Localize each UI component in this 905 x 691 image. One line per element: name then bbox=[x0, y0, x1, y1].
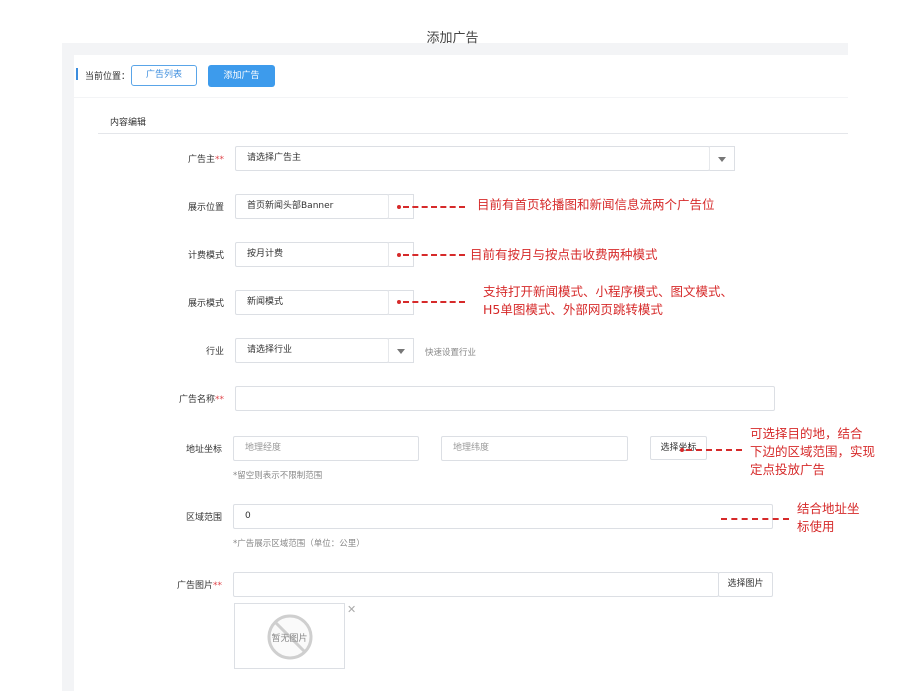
advertiser-label: 广告主** bbox=[187, 155, 224, 165]
billing-annotation: 目前有按月与按点击收费两种模式 bbox=[470, 247, 658, 262]
page-title: 添加广告 bbox=[426, 31, 479, 46]
ad-name-input[interactable] bbox=[235, 386, 775, 411]
industry-label: 行业 bbox=[205, 347, 224, 357]
annotation-dot bbox=[680, 448, 684, 452]
image-preview: 暂无图片 bbox=[234, 603, 345, 669]
pick-image-button[interactable]: 选择图片 bbox=[718, 572, 773, 597]
image-path-input[interactable] bbox=[233, 572, 719, 597]
annotation-dot bbox=[397, 253, 401, 257]
annotation-dash-line bbox=[721, 518, 789, 520]
billing-select[interactable]: 按月计费 bbox=[235, 242, 389, 267]
industry-dropdown-button[interactable] bbox=[388, 338, 414, 363]
ad-list-button[interactable]: 广告列表 bbox=[131, 65, 197, 86]
annotation-dash-line bbox=[403, 301, 465, 303]
breadcrumb-label: 当前位置： bbox=[85, 72, 131, 82]
coordinate-annotation-line2: 下边的区域范围，实现 bbox=[750, 444, 876, 459]
ad-name-label: 广告名称** bbox=[178, 395, 224, 405]
position-select[interactable]: 首页新闻头部Banner bbox=[235, 194, 389, 219]
latitude-input[interactable]: 地理纬度 bbox=[441, 436, 628, 461]
range-annotation-line1: 结合地址坐 bbox=[797, 501, 860, 516]
billing-label: 计费模式 bbox=[187, 251, 224, 261]
annotation-dot bbox=[397, 205, 401, 209]
coordinate-annotation-line1: 可选择目的地，结合 bbox=[750, 426, 863, 441]
required-mark: ** bbox=[215, 395, 224, 405]
required-mark: ** bbox=[213, 581, 222, 591]
annotation-dash-line bbox=[686, 449, 742, 451]
chevron-down-icon bbox=[397, 349, 405, 354]
section-title: 内容编辑 bbox=[110, 118, 147, 128]
annotation-dash-line bbox=[403, 254, 465, 256]
close-icon[interactable]: ✕ bbox=[347, 604, 356, 615]
address-hint: *留空则表示不限制范围 bbox=[233, 471, 323, 481]
required-mark: ** bbox=[215, 155, 224, 165]
display-mode-annotation-line1: 支持打开新闻模式、小程序模式、图文模式、 bbox=[483, 284, 734, 299]
range-label: 区域范围 bbox=[185, 513, 222, 523]
no-image-text: 暂无图片 bbox=[271, 634, 308, 644]
breadcrumb-accent-bar bbox=[76, 68, 78, 80]
advertiser-dropdown-button[interactable] bbox=[709, 146, 735, 171]
side-background bbox=[62, 425, 74, 691]
add-ad-button[interactable]: 添加广告 bbox=[208, 65, 275, 87]
display-mode-select[interactable]: 新闻模式 bbox=[235, 290, 389, 315]
position-label: 展示位置 bbox=[187, 203, 224, 213]
address-label: 地址坐标 bbox=[185, 445, 222, 455]
quick-set-industry-link[interactable]: 快速设置行业 bbox=[425, 346, 476, 358]
range-hint: *广告展示区域范围（单位：公里） bbox=[233, 539, 365, 549]
pick-coordinate-button[interactable]: 选择坐标 bbox=[650, 436, 707, 460]
chevron-down-icon bbox=[718, 157, 726, 162]
range-input[interactable]: 0 bbox=[233, 504, 773, 529]
range-annotation-line2: 标使用 bbox=[797, 519, 835, 534]
display-mode-annotation-line2: H5单图模式、外部网页跳转模式 bbox=[483, 302, 663, 317]
annotation-dash-line bbox=[403, 206, 465, 208]
longitude-input[interactable]: 地理经度 bbox=[233, 436, 419, 461]
section-divider bbox=[98, 133, 848, 134]
display-mode-label: 展示模式 bbox=[187, 299, 224, 309]
coordinate-annotation-line3: 定点投放广告 bbox=[750, 462, 826, 477]
industry-select[interactable]: 请选择行业 bbox=[235, 338, 389, 363]
annotation-dot bbox=[397, 300, 401, 304]
position-annotation: 目前有首页轮播图和新闻信息流两个广告位 bbox=[477, 197, 715, 212]
advertiser-select[interactable]: 请选择广告主 bbox=[235, 146, 710, 171]
image-label: 广告图片** bbox=[176, 581, 222, 591]
